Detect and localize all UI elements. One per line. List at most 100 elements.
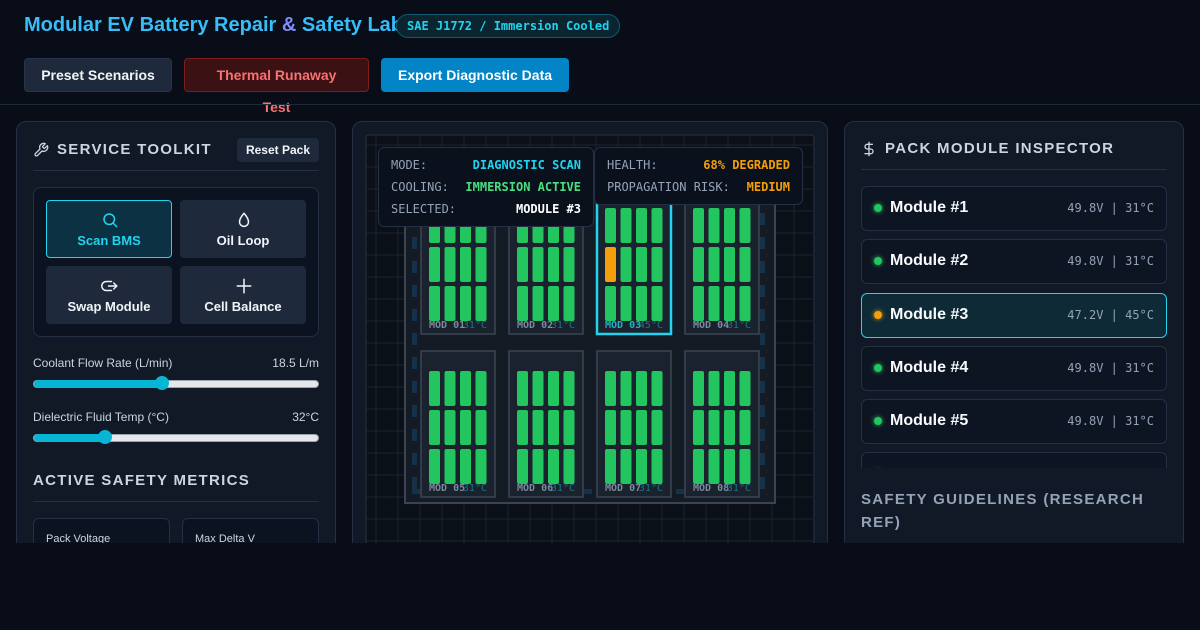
tool-label: Oil Loop [216, 233, 270, 248]
battery-cell [724, 410, 735, 445]
battery-cell [739, 247, 751, 282]
header-divider [0, 104, 1200, 105]
mode-key: MODE: [391, 158, 428, 172]
battery-cell [532, 449, 544, 484]
cell-balance-tool[interactable]: Cell Balance [180, 266, 306, 324]
module-list-item[interactable]: Module #4 49.8V | 31°C [861, 346, 1167, 391]
selected-value: MODULE #3 [515, 202, 581, 216]
module-name: Module #3 [890, 306, 969, 323]
slider-thumb[interactable] [98, 430, 112, 444]
battery-cell [739, 286, 751, 321]
battery-cell [563, 410, 575, 445]
coolant-port [412, 309, 417, 321]
battery-cell [739, 449, 751, 484]
standard-badge: SAE J1772 / Immersion Cooled [396, 14, 621, 38]
battery-cell [548, 371, 559, 406]
module-list-item[interactable]: Module #1 49.8V | 31°C [861, 186, 1167, 231]
coolant-flow-slider[interactable] [33, 376, 319, 390]
plus-icon [236, 278, 252, 294]
oil-loop-tool[interactable]: Oil Loop [180, 200, 306, 258]
risk-value: MEDIUM [746, 180, 790, 194]
battery-cell [651, 208, 663, 243]
coolant-port [760, 357, 765, 369]
search-icon [103, 213, 118, 228]
battery-cell [708, 247, 720, 282]
battery-cell [605, 208, 616, 243]
battery-cell [693, 286, 704, 321]
selected-key: SELECTED: [391, 202, 457, 216]
battery-cell [724, 371, 735, 406]
module-list-item[interactable]: Module #3 47.2V | 45°C [861, 293, 1167, 338]
battery-cell [548, 247, 559, 282]
module-stats: 49.8V | 31°C [1067, 414, 1154, 428]
battery-cell [517, 449, 528, 484]
coolant-port [760, 213, 765, 225]
battery-cell [620, 208, 632, 243]
coolant-port [760, 285, 765, 297]
battery-cell [739, 208, 751, 243]
battery-cell [444, 449, 456, 484]
module-temp: 31°C [727, 320, 751, 331]
battery-cell [563, 371, 575, 406]
battery-cell [620, 286, 632, 321]
module-name: Module #4 [890, 359, 969, 376]
coolant-port [760, 405, 765, 417]
slider-thumb[interactable] [154, 376, 169, 390]
module-label: MOD 05 [429, 483, 465, 494]
reset-pack-button[interactable]: Reset Pack [237, 138, 319, 162]
battery-cell [708, 449, 720, 484]
cooling-key: COOLING: [391, 180, 449, 194]
battery-cell [693, 247, 704, 282]
thermal-runaway-test-button[interactable]: Thermal Runaway Test [184, 58, 369, 115]
battery-cell [636, 208, 647, 243]
coolant-port [412, 429, 417, 441]
battery-cell [605, 410, 616, 445]
status-dot [874, 311, 882, 319]
battery-cell [475, 410, 487, 445]
battery-cell [563, 247, 575, 282]
module-stats: 47.2V | 45°C [1067, 308, 1154, 322]
battery-cell [475, 247, 487, 282]
scan-bms-tool[interactable]: Scan BMS [46, 200, 172, 258]
battery-cell [563, 449, 575, 484]
coolant-port [412, 405, 417, 417]
module-temp: 31°C [551, 320, 575, 331]
tool-label: Scan BMS [77, 233, 141, 248]
battery-cell [429, 247, 440, 282]
battery-cell [444, 286, 456, 321]
status-dot [874, 364, 882, 372]
coolant-port [760, 477, 765, 489]
module-list-item[interactable]: Module #5 49.8V | 31°C [861, 399, 1167, 444]
battery-cell [636, 449, 647, 484]
battery-cell [532, 247, 544, 282]
battery-cell [517, 410, 528, 445]
export-diagnostic-data-button[interactable]: Export Diagnostic Data [381, 58, 569, 92]
coolant-port [412, 333, 417, 345]
module-label: MOD 04 [693, 320, 729, 331]
module-list[interactable]: Module #1 49.8V | 31°C Module #2 49.8V | 31… [861, 186, 1167, 468]
battery-cell [563, 286, 575, 321]
coolant-port [412, 381, 417, 393]
coolant-port [760, 333, 765, 345]
battery-cell [651, 449, 663, 484]
safety-guidelines-title: SAFETY GUIDELINES (RESEARCH REF) [861, 491, 1145, 531]
module-list-item[interactable] [861, 452, 1167, 468]
health-value: 68% DEGRADED [703, 158, 790, 172]
fluid-temp-slider[interactable] [33, 430, 319, 444]
preset-scenarios-button[interactable]: Preset Scenarios [24, 58, 172, 92]
battery-cell [475, 286, 487, 321]
coolant-flow-label: Coolant Flow Rate (L/min) [33, 356, 173, 370]
swap-module-tool[interactable]: Swap Module [46, 266, 172, 324]
title-ampersand: & [281, 14, 297, 36]
module-label: MOD 01 [429, 320, 465, 331]
health-key: HEALTH: [607, 158, 658, 172]
module-inspector-title: PACK MODULE INSPECTOR [885, 140, 1115, 157]
scan-status-overlay: MODE: DIAGNOSTIC SCAN COOLING: IMMERSION A… [378, 147, 594, 227]
toolkit-divider [33, 170, 319, 171]
title-part-2: Safety Lab [296, 14, 403, 36]
module-list-item[interactable]: Module #2 49.8V | 31°C [861, 239, 1167, 284]
battery-cell [444, 371, 456, 406]
battery-cell [636, 371, 647, 406]
battery-cell [636, 247, 647, 282]
tool-grid: Scan BMS Oil Loop Swap Module Cell Balan… [33, 187, 319, 337]
